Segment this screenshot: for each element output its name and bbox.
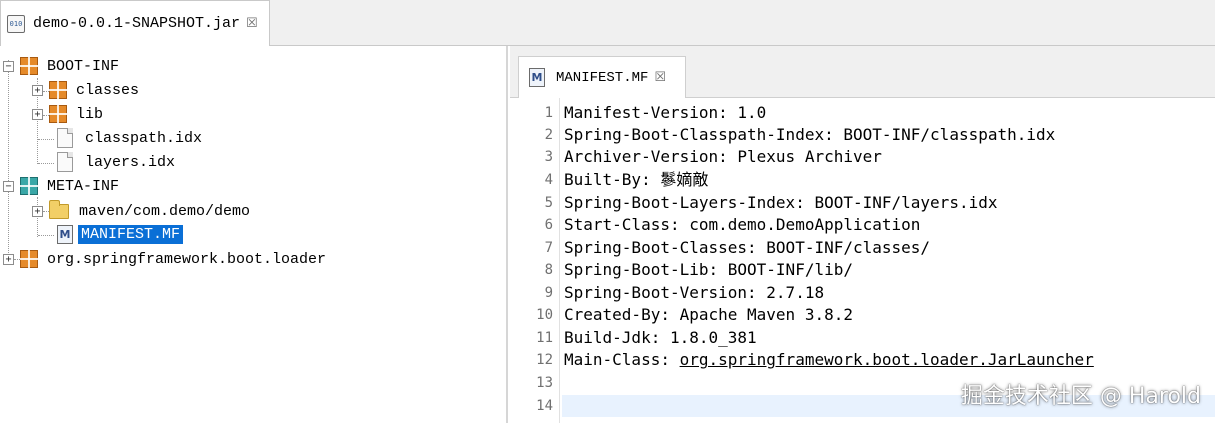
close-tab-icon[interactable]: ☒ [246,16,258,31]
package-icon [20,177,38,195]
tab-manifest-label: MANIFEST.MF [556,69,649,86]
line-number: 6 [544,217,553,233]
tree-guide-line [38,139,54,140]
tree-node-label: layers.idx [85,153,176,171]
expand-icon[interactable]: + [32,205,43,217]
line-number: 7 [544,240,553,256]
code-line: Manifest-Version: 1.0 [564,103,767,122]
tree-node-label: classes [76,81,140,99]
code-text-area[interactable]: Manifest-Version: 1.0 Spring-Boot-Classp… [562,98,1215,423]
code-line: Spring-Boot-Layers-Index: BOOT-INF/layer… [564,193,998,212]
folder-icon [49,199,69,219]
code-line: Spring-Boot-Lib: BOOT-INF/lib/ [564,260,853,279]
tab-manifest[interactable]: M MANIFEST.MF ☒ [518,56,686,98]
tree-node-layers-idx[interactable]: layers.idx [57,151,175,173]
code-line: Spring-Boot-Classpath-Index: BOOT-INF/cl… [564,125,1056,144]
line-number: 11 [536,330,553,346]
watermark-text: 掘金技术社区 @ Harold [960,384,1201,409]
main-class-link[interactable]: org.springframework.boot.loader.JarLaunc… [680,350,1094,369]
manifest-file-icon: M [57,224,73,244]
tree-node-boot-loader[interactable]: + org.springframework.boot.loader [3,248,326,270]
editor-tab-bar: M MANIFEST.MF ☒ [510,46,1215,98]
collapse-icon[interactable]: − [3,60,14,72]
code-line: Archiver-Version: Plexus Archiver [564,147,882,166]
jar-file-icon: 010 [7,14,25,33]
tree-node-classpath-idx[interactable]: classpath.idx [57,127,202,149]
expand-icon[interactable]: + [3,253,14,265]
editor-tab-strip: 010 demo-0.0.1-SNAPSHOT.jar ☒ [0,0,1215,46]
tab-jar-label: demo-0.0.1-SNAPSHOT.jar [33,15,241,32]
code-line: Built-By: 鬖嫡敵 [564,170,709,189]
collapse-icon[interactable]: − [3,180,14,192]
line-number: 13 [536,375,553,391]
tree-guide-line [38,163,54,164]
tree-node-label-selected: MANIFEST.MF [78,224,184,244]
tree-node-label: maven/com.demo/demo [79,202,251,220]
file-icon [57,152,73,172]
line-number: 4 [544,172,553,188]
tree-node-label: META-INF [47,177,120,195]
tree-node-lib[interactable]: + lib [32,103,103,125]
tree-node-label: BOOT-INF [47,57,120,75]
line-number: 1 [544,105,553,121]
manifest-editor: M MANIFEST.MF ☒ 1 2 3 4 5 6 7 8 9 10 11 … [510,46,1215,423]
line-number: 14 [536,398,553,414]
main-class-key: Main-Class: [564,350,680,369]
manifest-file-icon: M [529,68,545,87]
line-number: 10 [536,307,553,323]
package-icon [20,250,38,268]
code-line: Start-Class: com.demo.DemoApplication [564,215,921,234]
line-number: 2 [544,127,553,143]
tree-guide-line [8,60,9,259]
close-tab-icon[interactable]: ☒ [654,70,666,85]
line-number: 5 [544,195,553,211]
tree-node-boot-inf[interactable]: − BOOT-INF [3,55,119,77]
code-line: Spring-Boot-Version: 2.7.18 [564,283,825,302]
tree-node-label: org.springframework.boot.loader [47,250,327,268]
code-line: Created-By: Apache Maven 3.8.2 [564,305,853,324]
file-icon [57,128,73,148]
tree-node-manifest[interactable]: M MANIFEST.MF [57,223,184,245]
tree-node-maven[interactable]: + maven/com.demo/demo [32,199,251,222]
tree-node-meta-inf[interactable]: − META-INF [3,175,119,197]
code-line: Spring-Boot-Classes: BOOT-INF/classes/ [564,238,931,257]
tree-guide-line [38,235,54,236]
line-number: 8 [544,262,553,278]
tree-node-label: classpath.idx [85,129,203,147]
line-number: 3 [544,149,553,165]
line-number: 9 [544,285,553,301]
expand-icon[interactable]: + [32,108,43,120]
expand-icon[interactable]: + [32,84,43,96]
line-number-gutter: 1 2 3 4 5 6 7 8 9 10 11 12 13 14 [518,98,560,423]
code-line: Main-Class: org.springframework.boot.loa… [562,349,1215,371]
tree-node-classes[interactable]: + classes [32,79,139,101]
package-icon [49,105,67,123]
tree-node-label: lib [76,105,104,123]
code-line: Build-Jdk: 1.8.0_381 [564,328,757,347]
package-icon [20,57,38,75]
line-number: 12 [536,352,553,368]
package-icon [49,81,67,99]
jar-tree-panel: − BOOT-INF + classes + lib classpath.idx… [0,46,508,423]
tab-jar-file[interactable]: 010 demo-0.0.1-SNAPSHOT.jar ☒ [0,0,270,46]
